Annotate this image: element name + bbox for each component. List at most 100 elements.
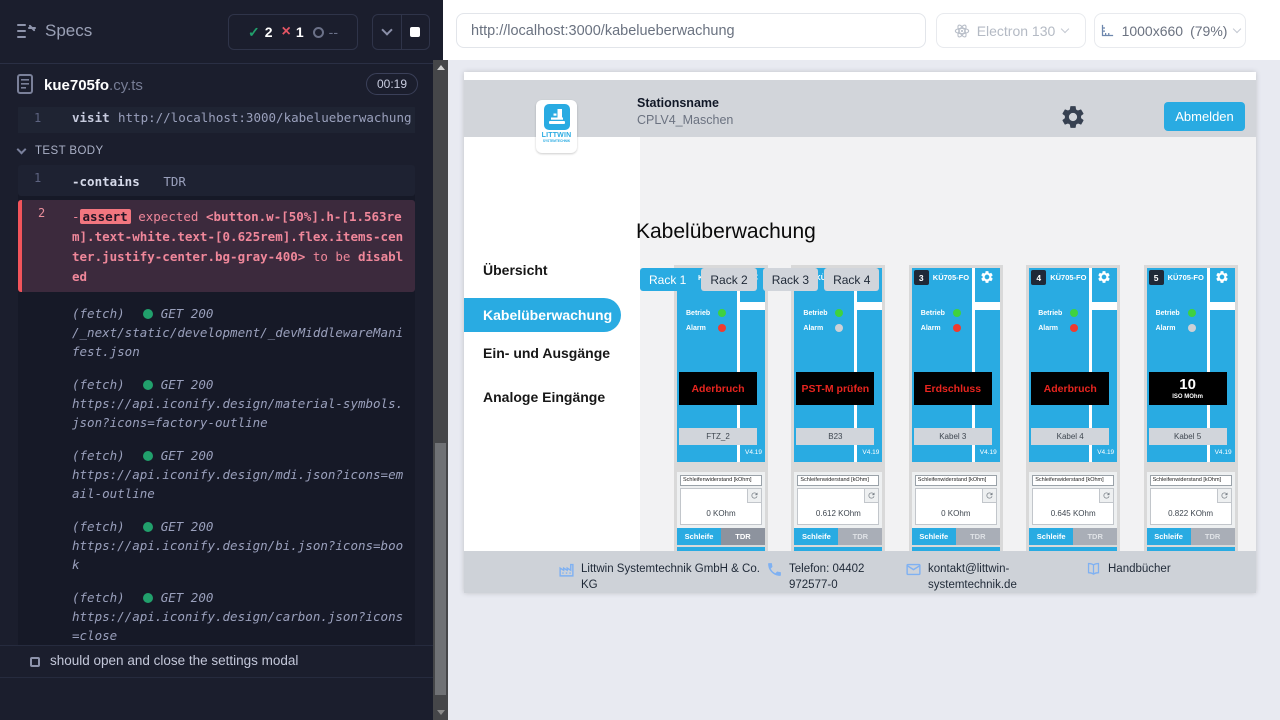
- schleife-button[interactable]: Schleife: [912, 528, 956, 545]
- fetch-url: /_next/static/development/_devMiddleware…: [72, 323, 407, 361]
- command-number: 1: [34, 171, 41, 185]
- refresh-icon[interactable]: [1099, 489, 1113, 503]
- status-alarm-text: PST-M prüfen: [802, 383, 870, 395]
- resistance-field: 0.822 KOhm: [1150, 488, 1232, 525]
- tdr-button[interactable]: TDR: [838, 528, 882, 545]
- sidebar-item-analoge-eing-nge[interactable]: Analoge Eingänge: [464, 380, 640, 414]
- firmware-version: V4.19: [1097, 449, 1114, 456]
- browser-select[interactable]: Electron 130: [936, 13, 1086, 48]
- card-settings-gear-icon[interactable]: [1215, 270, 1229, 284]
- card-divider-gap: [857, 302, 882, 310]
- contains-command-message: TDR: [163, 174, 186, 189]
- card-model-label: KÜ705-FO: [933, 273, 969, 282]
- status-display: Erdschluss: [914, 372, 992, 405]
- alarm-led: [1188, 324, 1196, 332]
- tab-rack-3[interactable]: Rack 3: [763, 268, 818, 291]
- status-unit: ISO MOhm: [1172, 394, 1203, 400]
- pending-test-row[interactable]: should open and close the settings modal: [0, 645, 433, 678]
- footer-text: Telefon: 04402 972577-0: [789, 561, 877, 593]
- footer-item-phone[interactable]: Telefon: 04402 972577-0: [766, 561, 877, 593]
- status-alarm-text: Aderbruch: [1044, 383, 1097, 395]
- test-body-section[interactable]: TEST BODY: [18, 145, 104, 157]
- app-viewport: Stationsname CPLV4_Maschen Abmelden LITT…: [464, 72, 1256, 593]
- fetch-log-row: (fetch)GET 200https://api.iconify.design…: [18, 369, 415, 440]
- fetch-log-list: (fetch)GET 200/_next/static/development/…: [18, 298, 415, 645]
- alarm-led: [718, 324, 726, 332]
- app-header: Stationsname CPLV4_Maschen Abmelden: [464, 80, 1256, 137]
- device-card: 4KÜ705-FOBetriebAlarmAderbruchKabel 4V4.…: [1026, 265, 1120, 551]
- fetch-status: GET 200: [161, 377, 214, 392]
- scrollbar-thumb[interactable]: [435, 443, 446, 695]
- chevron-down-icon: [17, 145, 27, 155]
- stat-pending: --: [313, 24, 338, 40]
- url-input[interactable]: [456, 13, 926, 48]
- visit-command-row[interactable]: 1 visit http://localhost:3000/kabelueber…: [18, 107, 415, 133]
- contains-command-row[interactable]: 1 -contains TDR: [18, 165, 415, 196]
- card-settings-gear-icon[interactable]: [1097, 270, 1111, 284]
- scroll-down-arrow-icon[interactable]: [437, 710, 445, 715]
- stop-button[interactable]: [401, 15, 430, 49]
- refresh-icon[interactable]: [982, 489, 996, 503]
- alarm-led: [953, 324, 961, 332]
- logout-button[interactable]: Abmelden: [1164, 102, 1245, 131]
- spec-file-icon: [17, 74, 33, 99]
- pending-test-icon: [30, 657, 40, 667]
- assert-chip: assert: [80, 209, 131, 224]
- tdr-button[interactable]: TDR: [721, 528, 765, 545]
- card-buttons: SchleifeTDR: [1029, 528, 1117, 545]
- chevron-down-icon: [1061, 25, 1069, 33]
- spec-file-row[interactable]: kue705fo.cy.ts 00:19: [0, 65, 433, 107]
- reporter-header: Specs ✓2 ×1 --: [0, 0, 433, 64]
- fetch-log-head: (fetch)GET 200: [72, 448, 407, 463]
- scroll-up-arrow-icon[interactable]: [437, 65, 445, 70]
- cable-name: Kabel 4: [1031, 428, 1109, 445]
- schleife-button[interactable]: Schleife: [677, 528, 721, 545]
- footer-item-factory[interactable]: Littwin Systemtechnik GmbH & Co. KG: [558, 561, 761, 593]
- fetch-url: https://api.iconify.design/mdi.json?icon…: [72, 465, 407, 503]
- tdr-button[interactable]: TDR: [1073, 528, 1117, 545]
- specs-menu-icon[interactable]: [17, 23, 37, 39]
- station-name: CPLV4_Maschen: [637, 113, 733, 127]
- settings-gear-icon[interactable]: [1060, 104, 1086, 130]
- stat-failed: ×1: [282, 24, 304, 40]
- fetch-label: (fetch): [72, 590, 125, 605]
- resistance-field: 0.612 KOhm: [797, 488, 879, 525]
- refresh-icon[interactable]: [747, 489, 761, 503]
- card-buttons: SchleifeTDR: [677, 528, 765, 545]
- status-alarm-text: Aderbruch: [691, 383, 744, 395]
- assert-command-row[interactable]: 2 -assert expected <button.w-[50%].h-[1.…: [18, 200, 415, 292]
- command-log: 1 visit http://localhost:3000/kabelueber…: [0, 107, 433, 645]
- schleife-button[interactable]: Schleife: [1147, 528, 1191, 545]
- sidebar-item-ein-und-ausg-nge[interactable]: Ein- und Ausgänge: [464, 336, 640, 370]
- app-sidebar: Übersicht Kabelüberwachung Ein- und Ausgän…: [464, 137, 640, 551]
- footer-item-email[interactable]: kontakt@littwin-systemtechnik.de: [905, 561, 1034, 593]
- reporter-scrollbar[interactable]: [433, 60, 448, 720]
- card-model-label: KÜ705-FO: [1050, 273, 1086, 282]
- betrieb-label: Betrieb: [803, 310, 827, 317]
- card-divider-gap: [1210, 302, 1235, 310]
- collapse-button[interactable]: [373, 15, 401, 49]
- tab-rack-2[interactable]: Rack 2: [701, 268, 756, 291]
- refresh-icon[interactable]: [864, 489, 878, 503]
- footer-item-book[interactable]: Handbücher: [1085, 561, 1228, 578]
- card-number-badge: 4: [1031, 270, 1046, 285]
- viewport-select[interactable]: 1000x660 (79%): [1094, 13, 1246, 48]
- schleife-button[interactable]: Schleife: [794, 528, 838, 545]
- status-display: PST-M prüfen: [796, 372, 874, 405]
- tab-rack-1[interactable]: Rack 1: [640, 268, 695, 291]
- refresh-icon[interactable]: [1217, 489, 1231, 503]
- resistance-label: Schleifenwiderstand [kOhm]: [915, 475, 997, 486]
- electron-icon: [954, 23, 970, 39]
- tab-rack-4[interactable]: Rack 4: [824, 268, 879, 291]
- card-settings-gear-icon[interactable]: [980, 270, 994, 284]
- tdr-button[interactable]: TDR: [1191, 528, 1235, 545]
- contains-command-name: -contains: [72, 174, 140, 189]
- specs-label[interactable]: Specs: [45, 21, 92, 41]
- sidebar-item-kabel-berwachung[interactable]: Kabelüberwachung: [464, 298, 621, 332]
- betrieb-led: [1188, 309, 1196, 317]
- fetch-log-row: (fetch)GET 200 https://api.iconify.design…: [18, 440, 415, 511]
- tdr-button[interactable]: TDR: [956, 528, 1000, 545]
- sidebar-item--bersicht[interactable]: Übersicht: [464, 253, 640, 287]
- schleife-button[interactable]: Schleife: [1029, 528, 1073, 545]
- cypress-reporter-panel: Specs ✓2 ×1 -- kue705fo.cy.ts 00:19 1 vi…: [0, 0, 443, 720]
